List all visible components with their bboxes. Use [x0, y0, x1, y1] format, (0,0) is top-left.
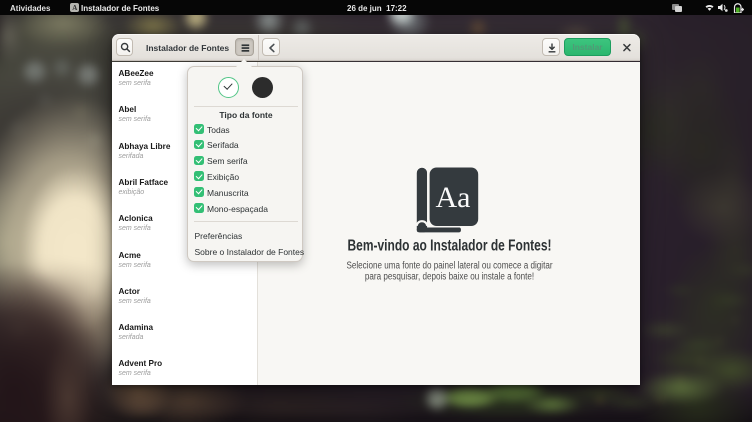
svg-text:Aa: Aa — [436, 181, 471, 214]
